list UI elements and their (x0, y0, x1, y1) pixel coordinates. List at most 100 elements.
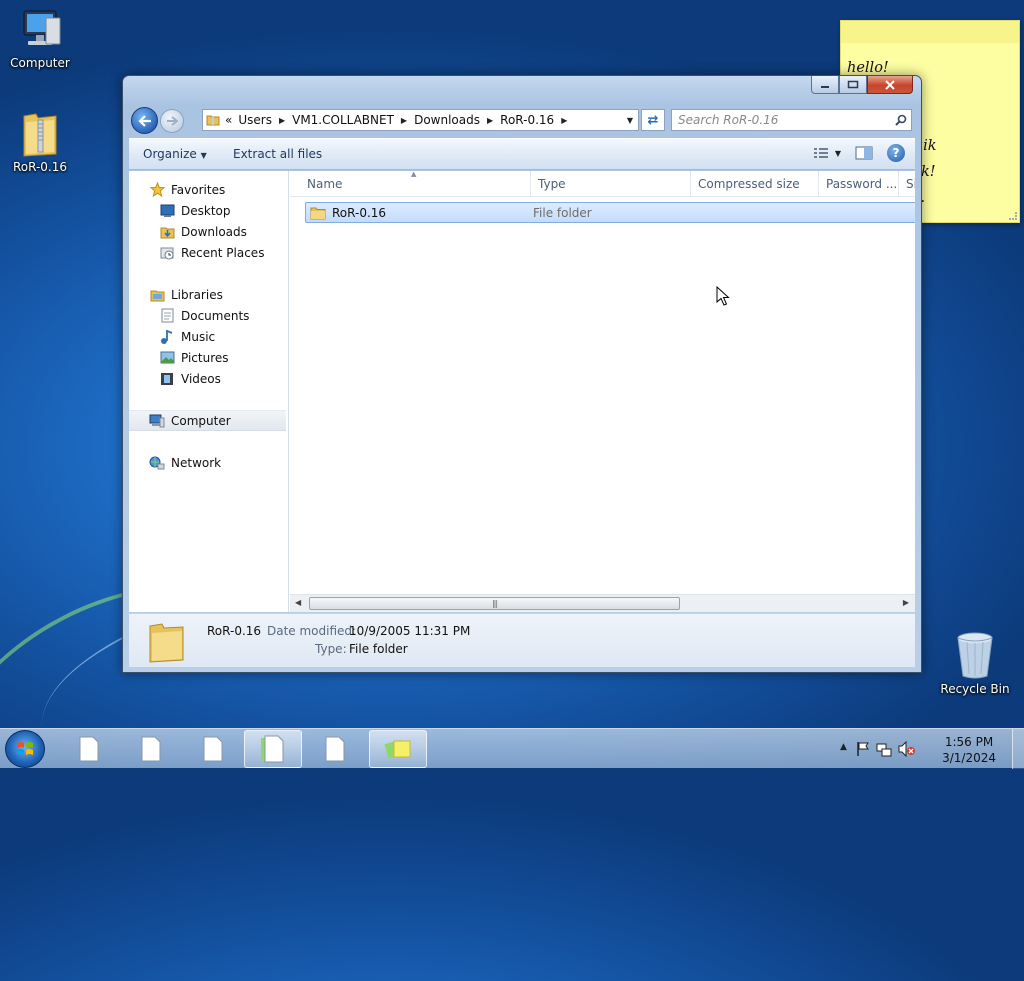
taskbar-button-2[interactable] (122, 730, 180, 768)
desktop-icon-label: Recycle Bin (940, 682, 1010, 696)
desktop-icon-label: Computer (10, 56, 70, 70)
breadcrumb-ror[interactable]: RoR-0.16 ▶ (500, 113, 574, 127)
refresh-icon: ⇄ (647, 112, 659, 128)
scroll-right-icon[interactable]: ▶ (903, 598, 909, 607)
desktop-icon-label: RoR-0.16 (12, 160, 68, 174)
desktop-icon-computer[interactable]: Computer (2, 8, 78, 70)
taskbar-button-4-active[interactable] (244, 730, 302, 768)
downloads-folder-icon (159, 224, 175, 240)
sidebar-item-computer[interactable]: Computer (129, 410, 286, 431)
folder-icon (203, 113, 223, 127)
chevron-down-icon: ▼ (200, 151, 207, 160)
clock[interactable]: 1:56 PM 3/1/2024 (942, 734, 996, 766)
sidebar-item-recent-places[interactable]: Recent Places (129, 242, 288, 263)
explorer-window[interactable]: « Users ▶ VM1.COLLABNET ▶ Downloads ▶ RoR-0… (122, 75, 922, 673)
refresh-button[interactable]: ⇄ (641, 109, 665, 131)
breadcrumb-downloads[interactable]: Downloads ▶ (414, 113, 500, 127)
help-icon[interactable]: ? (887, 144, 905, 162)
details-type-value: File folder (349, 642, 408, 656)
file-list[interactable]: ▲ Name Type Compressed size Password ...… (290, 171, 915, 592)
row-name-cell: RoR-0.16 (306, 206, 533, 220)
chevron-right-icon[interactable]: ▶ (279, 116, 285, 125)
recent-places-icon (159, 245, 175, 261)
organize-button[interactable]: Organize ▼ (143, 147, 207, 161)
row-name: RoR-0.16 (332, 205, 387, 220)
restore-icon (847, 80, 859, 89)
sidebar-item-downloads[interactable]: Downloads (129, 221, 288, 242)
sidebar-item-music[interactable]: Music (129, 326, 288, 347)
search-input[interactable] (672, 111, 891, 129)
caption-buttons (811, 76, 913, 94)
show-hidden-icons-chevron-icon[interactable]: ▲ (840, 742, 847, 752)
sidebar-item-desktop[interactable]: Desktop (129, 200, 288, 221)
volume-muted-icon[interactable] (898, 741, 916, 757)
column-header-size[interactable]: Si (899, 171, 915, 197)
desktop-icon-ror-folder[interactable]: RoR-0.16 (2, 108, 78, 174)
close-button[interactable] (867, 76, 913, 94)
row-type: File folder (533, 205, 592, 220)
music-note-icon (159, 329, 175, 345)
sidebar-item-documents[interactable]: Documents (129, 305, 288, 326)
table-row[interactable]: RoR-0.16 File folder (305, 202, 915, 223)
chevron-right-icon[interactable]: ▶ (561, 116, 567, 125)
blank-document-icon (261, 735, 284, 763)
taskbar-button-3[interactable] (184, 730, 242, 768)
details-pane: RoR-0.16 Date modified: 10/9/2005 11:31 … (129, 613, 915, 667)
column-header-compressed-size[interactable]: Compressed size (691, 171, 819, 197)
sidebar-item-favorites[interactable]: Favorites (129, 179, 288, 200)
back-button[interactable] (131, 107, 158, 134)
search-icon[interactable] (891, 114, 911, 126)
chevron-right-icon[interactable]: ▶ (401, 116, 407, 125)
sidebar-label: Libraries (171, 287, 223, 302)
address-bar[interactable]: « Users ▶ VM1.COLLABNET ▶ Downloads ▶ RoR-0… (202, 109, 639, 131)
network-tray-icon[interactable] (876, 741, 892, 757)
chevron-right-icon[interactable]: ▶ (487, 116, 493, 125)
close-icon (885, 79, 895, 90)
scrollbar-thumb[interactable]: ||| (309, 597, 680, 610)
breadcrumb-overflow[interactable]: « (223, 113, 238, 127)
taskbar: ▲ 1:56 PM 3/1/2024 (0, 728, 1024, 769)
desktop-icon-recycle-bin[interactable]: Recycle Bin (937, 630, 1013, 696)
column-header-type[interactable]: Type (531, 171, 691, 197)
libraries-icon (149, 287, 165, 303)
navigation-pane: Favorites Desktop Downloads Recent Place… (129, 171, 289, 612)
breadcrumb-vm1[interactable]: VM1.COLLABNET ▶ (292, 113, 414, 127)
chevron-down-icon[interactable]: ▼ (622, 110, 638, 130)
mouse-cursor-icon (716, 286, 730, 306)
scroll-left-icon[interactable]: ◀ (295, 598, 301, 607)
breadcrumb-users[interactable]: Users ▶ (238, 113, 292, 127)
search-box[interactable] (671, 109, 912, 131)
details-modified-value: 10/9/2005 11:31 PM (349, 624, 471, 638)
taskbar-button-5[interactable] (306, 730, 364, 768)
taskbar-button-1[interactable] (60, 730, 118, 768)
sidebar-item-libraries[interactable]: Libraries (129, 284, 288, 305)
taskbar-button-sticky-notes[interactable] (369, 730, 427, 768)
show-desktop-button[interactable] (1012, 729, 1024, 769)
folder-large-icon (149, 623, 184, 663)
minimize-button[interactable] (811, 76, 839, 94)
column-header-name[interactable]: Name (290, 171, 531, 197)
windows-logo-icon (17, 742, 33, 755)
horizontal-scrollbar[interactable]: ◀ ||| ▶ (290, 594, 915, 612)
resize-grip-icon[interactable] (1009, 212, 1017, 220)
sidebar-item-videos[interactable]: Videos (129, 368, 288, 389)
sidebar-item-network[interactable]: Network (129, 452, 288, 473)
start-button[interactable] (5, 730, 45, 768)
view-options-button[interactable]: ▼ (813, 147, 841, 159)
sidebar-label: Recent Places (181, 245, 265, 260)
film-strip-icon (159, 371, 175, 387)
forward-button[interactable] (160, 109, 184, 133)
breadcrumb-label: VM1.COLLABNET (292, 113, 394, 127)
computer-icon (23, 10, 61, 45)
breadcrumb-label: Downloads (414, 113, 480, 127)
extract-all-button[interactable]: Extract all files (233, 147, 322, 161)
maximize-button[interactable] (839, 76, 867, 94)
preview-pane-icon[interactable] (855, 146, 873, 160)
column-header-password[interactable]: Password ... (819, 171, 899, 197)
sidebar-item-pictures[interactable]: Pictures (129, 347, 288, 368)
sticky-note-titlebar[interactable] (841, 21, 1019, 43)
action-center-flag-icon[interactable] (856, 741, 870, 757)
